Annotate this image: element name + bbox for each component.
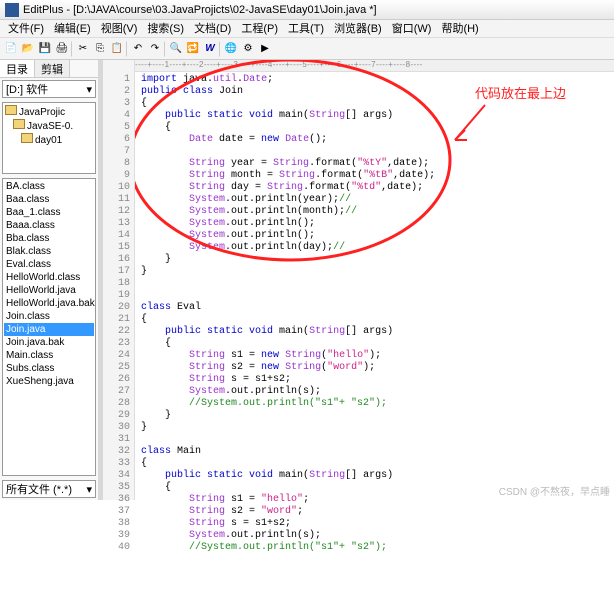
file-item[interactable]: Eval.class (4, 258, 94, 271)
chevron-down-icon: ▾ (86, 83, 92, 96)
line-gutter: 1234567891011121314151617181920212223242… (103, 60, 135, 500)
menu-item[interactable]: 工程(P) (236, 20, 283, 37)
file-item[interactable]: Subs.class (4, 362, 94, 375)
replace-icon[interactable]: 🔁 (185, 41, 201, 57)
file-item[interactable]: Join.class (4, 310, 94, 323)
file-item[interactable]: Baa.class (4, 193, 94, 206)
menu-item[interactable]: 视图(V) (96, 20, 143, 37)
file-item[interactable]: BA.class (4, 180, 94, 193)
file-item[interactable]: XueSheng.java (4, 375, 94, 388)
menu-item[interactable]: 工具(T) (283, 20, 329, 37)
tree-item[interactable]: JavaSE-0. (5, 119, 93, 133)
file-item[interactable]: Join.java.bak (4, 336, 94, 349)
redo-icon[interactable]: ↷ (147, 41, 163, 57)
filter-label: 所有文件 (*.*) (6, 481, 72, 497)
tree-item[interactable]: JavaProjic (5, 105, 93, 119)
separator (71, 41, 74, 57)
save-icon[interactable]: 💾 (37, 41, 53, 57)
file-item[interactable]: Main.class (4, 349, 94, 362)
file-item[interactable]: Blak.class (4, 245, 94, 258)
file-list[interactable]: BA.classBaa.classBaa_1.classBaaa.classBb… (2, 178, 96, 476)
menu-item[interactable]: 搜索(S) (142, 20, 189, 37)
annotation-overlay (135, 60, 614, 520)
file-item[interactable]: Baaa.class (4, 219, 94, 232)
code-area[interactable]: import java.util.Date; public class Join… (135, 60, 614, 500)
tree-item[interactable]: day01 (5, 133, 93, 147)
tool-icon[interactable]: ⚙ (240, 41, 256, 57)
copy-icon[interactable]: ⎘ (92, 41, 108, 57)
toolbar: 📄 📂 💾 🖨 ✂ ⎘ 📋 ↶ ↷ 🔍 🔁 W 🌐 ⚙ ▶ (0, 38, 614, 60)
drive-combo[interactable]: [D:] 软件 ▾ (2, 80, 96, 98)
menu-item[interactable]: 帮助(H) (436, 20, 483, 37)
separator (219, 41, 222, 57)
menu-item[interactable]: 浏览器(B) (329, 20, 387, 37)
cut-icon[interactable]: ✂ (75, 41, 91, 57)
find-icon[interactable]: 🔍 (168, 41, 184, 57)
tab-directory[interactable]: 目录 (0, 60, 35, 77)
annotation-text: 代码放在最上边 (475, 88, 566, 100)
file-item[interactable]: HelloWorld.java (4, 284, 94, 297)
menu-item[interactable]: 文档(D) (189, 20, 236, 37)
menu-bar: 文件(F)编辑(E)视图(V)搜索(S)文档(D)工程(P)工具(T)浏览器(B… (0, 20, 614, 38)
file-item[interactable]: Baa_1.class (4, 206, 94, 219)
sidebar: 目录 剪辑 [D:] 软件 ▾ JavaProjicJavaSE-0.day01… (0, 60, 103, 500)
sidebar-tabs: 目录 剪辑 (0, 60, 98, 78)
word-wrap-icon[interactable]: W (202, 41, 218, 57)
menu-item[interactable]: 窗口(W) (387, 20, 437, 37)
file-item[interactable]: Join.java (4, 323, 94, 336)
file-item[interactable]: Bba.class (4, 232, 94, 245)
paste-icon[interactable]: 📋 (109, 41, 125, 57)
app-icon (5, 3, 19, 17)
undo-icon[interactable]: ↶ (130, 41, 146, 57)
title-bar: EditPlus - [D:\JAVA\course\03.JavaProjic… (0, 0, 614, 20)
tab-clip[interactable]: 剪辑 (35, 60, 70, 77)
browser-icon[interactable]: 🌐 (223, 41, 239, 57)
tool-icon[interactable]: ▶ (257, 41, 273, 57)
menu-item[interactable]: 编辑(E) (49, 20, 96, 37)
drive-label: [D:] 软件 (6, 81, 48, 97)
menu-item[interactable]: 文件(F) (3, 20, 49, 37)
file-item[interactable]: HelloWorld.class (4, 271, 94, 284)
new-icon[interactable]: 📄 (3, 41, 19, 57)
print-icon[interactable]: 🖨 (54, 41, 70, 57)
watermark: CSDN @不熬夜，早点睡 (499, 483, 610, 498)
separator (164, 41, 167, 57)
editor-area: ----+----1----+----2----+----3----+----4… (103, 60, 614, 500)
separator (126, 41, 129, 57)
window-title: EditPlus - [D:\JAVA\course\03.JavaProjic… (23, 0, 377, 20)
file-item[interactable]: HelloWorld.java.bak (4, 297, 94, 310)
folder-tree[interactable]: JavaProjicJavaSE-0.day01 (2, 102, 96, 174)
open-icon[interactable]: 📂 (20, 41, 36, 57)
filter-combo[interactable]: 所有文件 (*.*) ▾ (2, 480, 96, 498)
chevron-down-icon: ▾ (86, 483, 92, 496)
